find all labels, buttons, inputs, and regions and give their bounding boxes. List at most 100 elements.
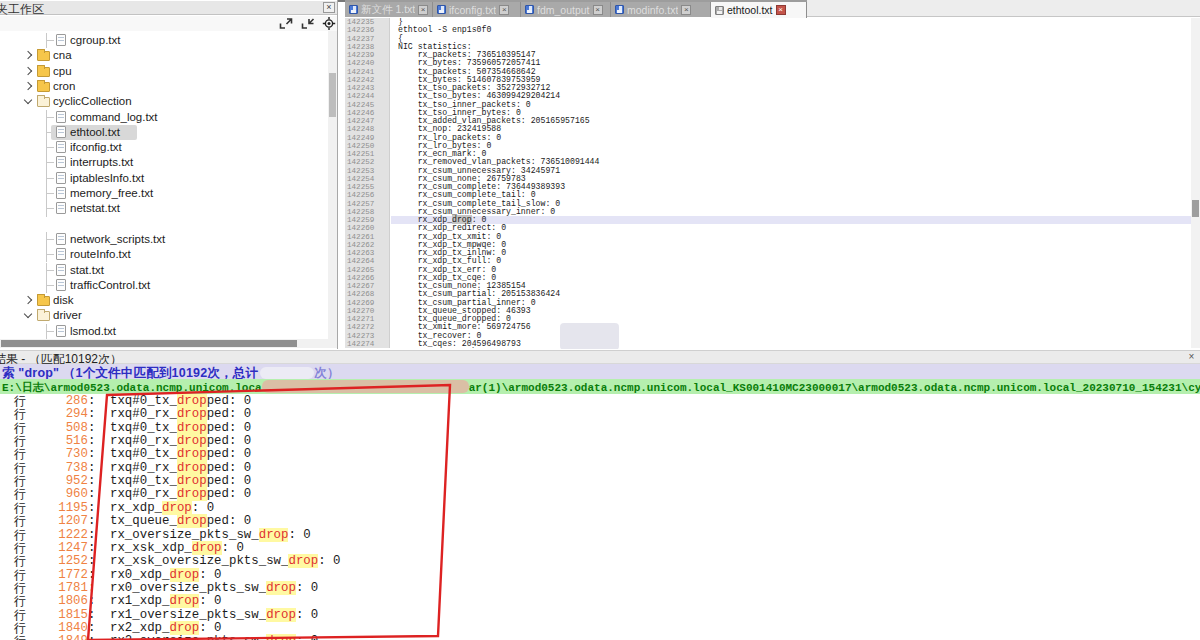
tree-item-iptablesinfo-txt[interactable]: iptablesInfo.txt [0, 171, 328, 186]
workspace-panel: 夹工作区 × cgroup.txtcnacpucroncyclicCollect… [0, 0, 338, 349]
tree-item-interrupts-txt[interactable]: interrupts.txt [0, 155, 328, 170]
tree-item-trafficcontrol-txt[interactable]: trafficControl.txt [0, 278, 328, 293]
match-row[interactable]: 行952:txq#0_tx_dropped: 0 [0, 475, 1200, 488]
match-row[interactable]: 行516:rxq#0_rx_dropped: 0 [0, 435, 1200, 448]
tree-item-ethtool-txt[interactable]: ethtool.txt [0, 125, 328, 140]
tab-close-icon[interactable]: × [681, 5, 691, 15]
match-row[interactable]: 行738:rxq#0_rx_dropped: 0 [0, 462, 1200, 475]
tree-item-label: network_scripts.txt [70, 233, 165, 245]
match-text: tx_queue_dropped: 0 [110, 515, 251, 528]
match-text: txq#0_tx_dropped: 0 [110, 422, 251, 435]
tree-item-memory-free-txt[interactable]: memory_free.txt [0, 186, 328, 201]
tree-item-label: cna [53, 49, 72, 61]
tree-item-cpu[interactable]: cpu [0, 64, 328, 79]
chevron-right-icon[interactable] [24, 66, 32, 74]
tab-ifconfig-txt[interactable]: ifconfig.txt× [433, 2, 521, 17]
match-line-number: 508 [30, 422, 88, 435]
tree-item-label: ethtool.txt [70, 126, 120, 138]
tree-item-ifconfig-txt[interactable]: ifconfig.txt [0, 140, 328, 155]
results-close-icon[interactable]: × [1186, 351, 1197, 362]
tree-item-stat-txt[interactable]: stat.txt [0, 263, 328, 278]
code-line: rx_lro_packets: 0 [391, 134, 1191, 142]
editor-vertical-scrollbar[interactable] [1191, 18, 1200, 348]
line-number: 142235 [347, 18, 387, 26]
match-row[interactable]: 行730:txq#0_tx_dropped: 0 [0, 448, 1200, 461]
tree-item-cycliccollection[interactable]: cyclicCollection [0, 94, 328, 109]
tree-item-cron[interactable]: cron [0, 79, 328, 94]
tree-item-disk[interactable]: disk [0, 293, 328, 308]
tree-item-netstat-txt[interactable]: netstat.txt [0, 201, 328, 216]
tree-item-driver[interactable]: driver [0, 308, 328, 323]
match-text: rx_oversize_pkts_sw_drop: 0 [110, 529, 311, 542]
tab-close-icon[interactable]: × [776, 5, 786, 15]
tree-connector [46, 208, 54, 209]
workspace-toolbar [0, 16, 337, 31]
match-text: rx2_xdp_drop: 0 [110, 622, 222, 635]
code-line: tx_added_vlan_packets: 205165957165 [391, 117, 1191, 125]
collapse-all-icon[interactable] [301, 17, 315, 30]
line-number: 142258 [347, 208, 387, 216]
match-line-number: 1781 [30, 582, 88, 595]
chevron-right-icon[interactable] [24, 296, 32, 304]
match-row[interactable]: 行1247:rx_xsk_xdp_drop: 0 [0, 542, 1200, 555]
match-row[interactable]: 行1207:tx_queue_dropped: 0 [0, 515, 1200, 528]
editor-vscroll-thumb[interactable] [1192, 200, 1199, 217]
chevron-right-icon[interactable] [24, 82, 32, 90]
match-row[interactable]: 行508:txq#0_tx_dropped: 0 [0, 422, 1200, 435]
tree-item-cna[interactable]: cna [0, 48, 328, 63]
match-row[interactable]: 行1849:rx2_oversize_pkts_sw_drop: 0 [0, 635, 1200, 640]
match-highlight: drop [177, 474, 207, 488]
search-summary: 索 "drop" （1个文件中匹配到10192次，总计 [2, 366, 258, 380]
tree-item-lsmod-txt[interactable]: lsmod.txt [0, 324, 328, 339]
tab-modinfo-txt[interactable]: modinfo.txt× [611, 2, 711, 17]
tab-close-icon[interactable]: × [499, 5, 509, 15]
match-highlight: drop [170, 594, 200, 608]
workspace-close-icon[interactable]: × [323, 2, 335, 13]
tree-item-command-log-txt[interactable]: command_log.txt [0, 110, 328, 125]
match-row[interactable]: 行294:rxq#0_rx_dropped: 0 [0, 408, 1200, 421]
tree-connector [46, 117, 54, 118]
match-row[interactable]: 行286:txq#0_tx_dropped: 0 [0, 395, 1200, 408]
chevron-right-icon[interactable] [24, 51, 32, 59]
tab-close-icon[interactable]: × [418, 5, 428, 15]
match-line-number: 1207 [30, 515, 88, 528]
tree-connector [46, 40, 54, 41]
code-line: ethtool -S enp1s0f0 [391, 26, 1191, 34]
tree-vscroll-thumb[interactable] [329, 73, 336, 117]
tree-item-cgroup-txt[interactable]: cgroup.txt [0, 33, 328, 48]
match-row[interactable]: 行1781:rx0_oversize_pkts_sw_drop: 0 [0, 582, 1200, 595]
tab-fdm-output[interactable]: fdm_output× [521, 2, 611, 17]
match-row[interactable]: 行1840:rx2_xdp_drop: 0 [0, 622, 1200, 635]
save-state-icon [525, 5, 534, 14]
tree-item-routeinfo-txt[interactable]: routeInfo.txt [0, 247, 328, 262]
line-number: 142271 [347, 315, 387, 323]
code-editor[interactable]: }ethtool -S enp1s0f0{NIC statistics: rx_… [391, 18, 1191, 348]
chevron-down-icon[interactable] [24, 96, 32, 104]
tree-item-network-scripts-txt[interactable]: network_scripts.txt [0, 232, 328, 247]
tree-item-label: command_log.txt [70, 111, 158, 123]
tree-horizontal-scrollbar[interactable] [0, 339, 337, 348]
search-results-panel: 结果 - （匹配10192次） × 索 "drop" （1个文件中匹配到1019… [0, 349, 1200, 640]
chevron-down-icon[interactable] [24, 310, 32, 318]
matched-file-path-line[interactable]: E:\日志\armod0523.odata.ncmp.unicom.locaar… [0, 379, 1200, 394]
match-row[interactable]: 行1806:rx1_xdp_drop: 0 [0, 595, 1200, 608]
tree-connector [46, 178, 54, 179]
match-row[interactable]: 行1252:rx_xsk_oversize_pkts_sw_drop: 0 [0, 555, 1200, 568]
tree-hscroll-thumb[interactable] [1, 340, 297, 347]
row-label: 行 [14, 408, 26, 421]
locate-file-icon[interactable] [322, 17, 336, 30]
match-row[interactable]: 行960:rxq#0_rx_dropped: 0 [0, 488, 1200, 501]
tab-close-icon[interactable]: × [593, 5, 603, 15]
match-row[interactable]: 行1772:rx0_xdp_drop: 0 [0, 569, 1200, 582]
tree-connector [46, 254, 54, 255]
match-row[interactable]: 行1195:rx_xdp_drop: 0 [0, 502, 1200, 515]
tab--1-txt[interactable]: 新文件 1.txt× [345, 2, 433, 17]
tree-vertical-scrollbar[interactable] [328, 31, 337, 339]
tree-connector [46, 285, 54, 286]
row-label: 行 [14, 542, 26, 555]
match-row[interactable]: 行1222:rx_oversize_pkts_sw_drop: 0 [0, 529, 1200, 542]
row-label: 行 [14, 595, 26, 608]
match-row[interactable]: 行1815:rx1_oversize_pkts_sw_drop: 0 [0, 609, 1200, 622]
tab-ethtool-txt[interactable]: ethtool.txt× [711, 2, 807, 18]
expand-all-icon[interactable] [279, 17, 293, 30]
